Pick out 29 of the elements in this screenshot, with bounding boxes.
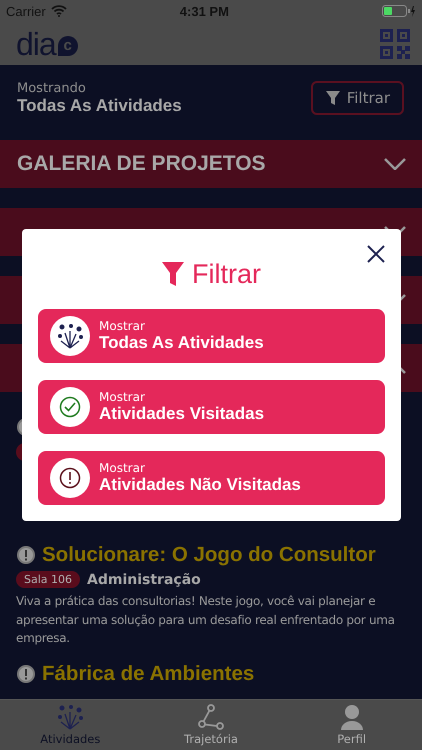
battery-icon: [382, 5, 416, 17]
section-header[interactable]: GALERIA DE PROJETOS: [0, 140, 422, 188]
description-text: Viva a prática das consultorias! Neste jogo, você vai planejar e apresentar uma solução para um desafio real enfrentado por uma empresa.: [16, 593, 396, 647]
wifi-icon: [50, 5, 67, 17]
share-nodes-icon: [198, 704, 224, 730]
check-circle-icon: [59, 396, 81, 418]
tab[interactable]: Perfil: [281, 700, 422, 750]
funnel-icon: [162, 262, 184, 286]
filter-button[interactable]: Filtrar: [310, 81, 404, 115]
activity-title[interactable]: Solucionare: O Jogo do Consultor: [42, 543, 376, 567]
filter-option-button[interactable]: Mostrar Todas As Atividades: [38, 309, 385, 363]
alert-icon: [59, 467, 81, 489]
dialog-title: Filtrar: [192, 258, 261, 290]
filter-value: Todas As Atividades: [17, 96, 182, 116]
logo: dia c: [16, 28, 78, 60]
activity-title[interactable]: Fábrica de Ambientes: [42, 662, 254, 686]
carrier-label: Carrier: [6, 4, 46, 18]
area-label: Administração: [87, 572, 201, 588]
close-icon[interactable]: [366, 244, 386, 264]
tab[interactable]: Trajetória: [140, 700, 282, 750]
room-badge: Sala 106: [16, 571, 80, 588]
funnel-icon: [324, 90, 341, 106]
filter-option-button[interactable]: Mostrar Atividades Visitadas: [38, 380, 385, 434]
status-time: 4:31 PM: [178, 4, 230, 18]
fireworks-icon: [57, 323, 83, 349]
filter-caption: Mostrando: [17, 80, 87, 96]
person-icon: [338, 704, 365, 730]
fireworks-icon: [57, 704, 84, 730]
filter-option-button[interactable]: Mostrar Atividades Não Visitadas: [38, 451, 385, 505]
